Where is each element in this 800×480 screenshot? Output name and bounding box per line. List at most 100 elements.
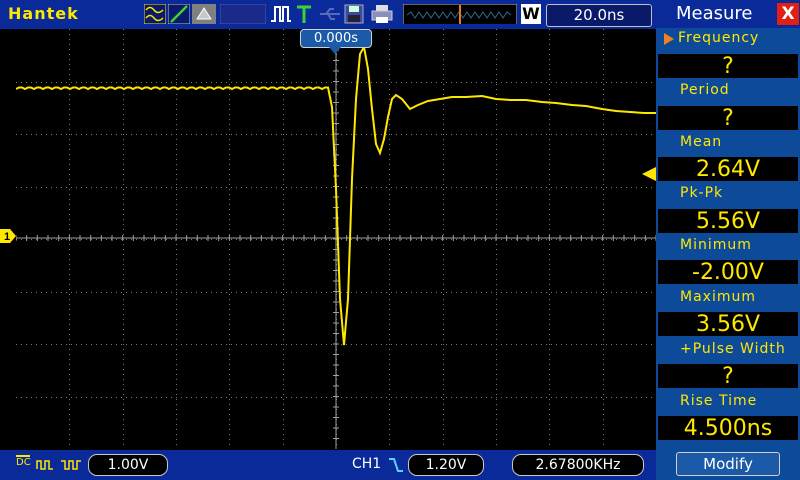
grid-dot — [443, 244, 444, 245]
trigger-falling-edge-icon[interactable] — [388, 457, 404, 473]
ch1-scale-readout[interactable]: 1.00V — [88, 454, 168, 476]
grid-dot — [176, 44, 177, 45]
grid-dot — [176, 269, 177, 270]
grid-dot — [443, 369, 444, 370]
grid-dot — [283, 159, 284, 160]
waveform-icon[interactable] — [144, 4, 166, 24]
grid-dot — [406, 187, 407, 188]
grid-dot — [283, 354, 284, 355]
grid-dot — [261, 292, 262, 293]
grid-dot — [481, 292, 482, 293]
grid-dot — [461, 239, 462, 240]
grid-dot — [496, 44, 497, 45]
grid-dot — [603, 374, 604, 375]
grid-dot — [496, 54, 497, 55]
measure-value-rise-time: 4.500ns — [658, 416, 798, 441]
grid-dot — [496, 204, 497, 205]
grid-dot — [136, 397, 137, 398]
grid-dot — [216, 82, 217, 83]
grid-dot — [281, 82, 282, 83]
close-button[interactable]: X — [777, 3, 799, 25]
grid-dot — [443, 304, 444, 305]
grid-dot — [396, 344, 397, 345]
grid-dot — [296, 239, 297, 240]
grid-dot — [389, 209, 390, 210]
grid-dot — [581, 397, 582, 398]
ch1-level-marker-icon[interactable]: 1 — [0, 229, 16, 243]
grid-dot — [151, 82, 152, 83]
trigger-edge-icon[interactable] — [168, 4, 190, 24]
grid-dot — [549, 199, 550, 200]
grid-dot — [443, 84, 444, 85]
grid-dot — [86, 187, 87, 188]
grid-dot — [443, 119, 444, 120]
grid-dot — [306, 82, 307, 83]
save-icon[interactable] — [344, 4, 364, 24]
grid-dot — [229, 389, 230, 390]
print-icon[interactable] — [370, 4, 394, 24]
grid-dot — [603, 324, 604, 325]
trigger-level-readout[interactable]: 1.20V — [408, 454, 484, 476]
grid-dot — [123, 114, 124, 115]
grid-dot — [69, 234, 70, 235]
grid-dot — [531, 187, 532, 188]
measure-label-pkpk[interactable]: Pk-Pk — [680, 185, 798, 201]
grid-dot — [156, 239, 157, 240]
grid-dot — [271, 187, 272, 188]
grid-dot — [116, 397, 117, 398]
measure-label-maximum[interactable]: Maximum — [680, 289, 798, 305]
grid-dot — [636, 239, 637, 240]
grid-dot — [146, 134, 147, 135]
grid-dot — [229, 84, 230, 85]
grid-dot — [181, 344, 182, 345]
grid-dot — [443, 194, 444, 195]
grid-dot — [229, 94, 230, 95]
grid-dot — [123, 399, 124, 400]
measure-label-frequency[interactable]: Frequency — [678, 30, 798, 46]
modify-button[interactable]: Modify — [676, 452, 780, 476]
grid-dot — [389, 369, 390, 370]
waveform-mode-indicator[interactable]: W — [521, 4, 541, 24]
grid-dot — [283, 44, 284, 45]
grid-dot — [641, 239, 642, 240]
grid-dot — [603, 434, 604, 435]
grid-dot — [603, 204, 604, 205]
trigger-T-icon[interactable] — [296, 4, 312, 24]
waveform-display[interactable] — [15, 28, 657, 449]
grid-dot — [443, 89, 444, 90]
rotate-icon[interactable] — [192, 4, 216, 24]
measure-label-minimum[interactable]: Minimum — [680, 237, 798, 253]
grid-dot — [549, 219, 550, 220]
grid-dot — [431, 82, 432, 83]
grid-dot — [389, 129, 390, 130]
grid-dot — [46, 134, 47, 135]
trigger-pulse-icon[interactable] — [270, 4, 292, 24]
grid-dot — [86, 292, 87, 293]
measure-label-pulse-width[interactable]: +Pulse Width — [680, 341, 798, 357]
buffer-overview-icon[interactable] — [403, 4, 517, 24]
grid-dot — [446, 239, 447, 240]
measure-label-period[interactable]: Period — [680, 82, 798, 98]
grid-dot — [229, 134, 230, 135]
grid-dot — [176, 209, 177, 210]
measure-label-rise-time[interactable]: Rise Time — [680, 393, 798, 409]
timebase-readout[interactable]: 20.0ns — [546, 4, 652, 27]
grid-dot — [581, 292, 582, 293]
grid-dot — [16, 292, 17, 293]
grid-dot — [231, 397, 232, 398]
grid-dot — [266, 292, 267, 293]
grid-dot — [421, 134, 422, 135]
grid-dot — [556, 292, 557, 293]
grid-dot — [451, 82, 452, 83]
grid-dot — [496, 74, 497, 75]
trigger-position-label[interactable]: 0.000s — [300, 29, 372, 48]
grid-dot — [456, 239, 457, 240]
grid-dot — [603, 214, 604, 215]
measure-label-mean[interactable]: Mean — [680, 134, 798, 150]
trigger-level-marker-icon[interactable] — [642, 167, 656, 181]
grid-dot — [381, 344, 382, 345]
grid-dot — [111, 134, 112, 135]
grid-dot — [549, 404, 550, 405]
grid-dot — [86, 239, 87, 240]
trigger-position-marker-icon[interactable] — [329, 47, 341, 55]
